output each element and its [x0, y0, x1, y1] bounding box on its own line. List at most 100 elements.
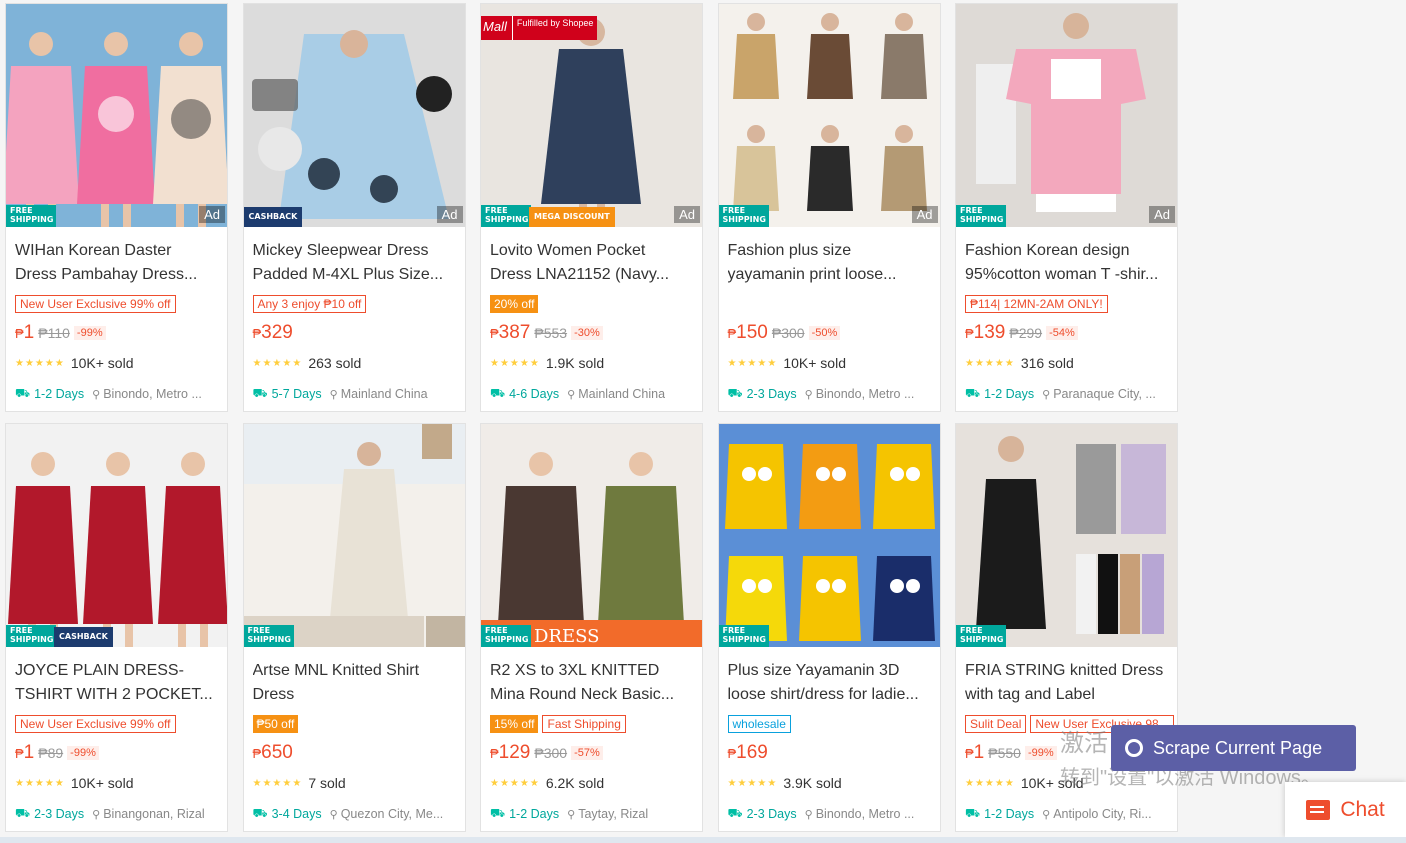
product-title[interactable]: Fashion plus size yayamanin print loose.…: [728, 239, 928, 287]
product-image[interactable]: FREE SHIPPING Ad: [6, 4, 227, 227]
product-title[interactable]: WIHan Korean Daster Dress Pambahay Dress…: [15, 239, 215, 287]
product-image[interactable]: FREE SHIPPING: [243, 424, 465, 647]
star-rating-icon: ★★★★★: [252, 777, 303, 789]
product-image[interactable]: FREE SHIPPING: [718, 424, 940, 647]
promo-tags: ₱50 off: [252, 715, 299, 733]
star-rating-icon: ★★★★★: [965, 777, 1015, 789]
star-rating-icon: ★★★★★: [727, 777, 778, 789]
product-title-text: Artse MNL Knitted Shirt Dress: [252, 662, 420, 703]
product-card[interactable]: FREE SHIPPING CASHBACK JOYCE PLAIN DRESS-T…: [5, 423, 228, 832]
delivery-days: 1-2 Days: [34, 387, 85, 401]
promo-tags: New User Exclusive 99% off: [15, 715, 176, 733]
price-row: ₱150 ₱300 -50%: [728, 322, 841, 344]
product-title[interactable]: Artse MNL Knitted Shirt Dress: [253, 659, 453, 707]
seller-location: Mainland China: [578, 387, 666, 401]
promo-tag: Fast Shipping: [542, 715, 626, 733]
product-image[interactable]: FREE SHIPPING Ad: [718, 4, 940, 227]
scrape-icon: [1125, 739, 1143, 757]
star-rating-icon: ★★★★★: [252, 357, 303, 369]
discount-badge: -99%: [1024, 746, 1057, 760]
location-pin-icon: ⚲: [1042, 388, 1051, 401]
product-card[interactable]: FREE SHIPPING DRESS R2 XS to 3XL KNITTED M…: [480, 423, 703, 832]
rating-row: ★★★★★ 10K+ sold: [728, 355, 847, 371]
seller-location: Quezon City, Me...: [340, 807, 444, 821]
chat-button[interactable]: Chat: [1285, 782, 1406, 837]
sold-count: 3.9K sold: [783, 775, 842, 791]
product-card[interactable]: FREE SHIPPING Ad Fashion plus size yayaman…: [717, 3, 941, 412]
product-title[interactable]: R2 XS to 3XL KNITTED Mina Round Neck Bas…: [490, 659, 690, 707]
star-rating-icon: ★★★★★: [727, 357, 778, 369]
product-image[interactable]: Mall Fulfilled by Shopee FREE SHIPPING MEG…: [481, 4, 702, 227]
currency-symbol: ₱: [965, 746, 974, 761]
original-price: ₱299: [1009, 325, 1043, 341]
discount-badge: -99%: [67, 746, 99, 760]
price-row: ₱387 ₱553 -30%: [490, 322, 603, 344]
product-title[interactable]: FRIA STRING knitted Dress with tag and L…: [965, 659, 1165, 707]
shipping-row: ⛟ 1-2 Days ⚲ Taytay, Rizal: [490, 806, 700, 822]
sold-count: 10K+ sold: [70, 775, 134, 791]
discount-badge: -57%: [571, 746, 603, 760]
shipping-row: ⛟ 2-3 Days ⚲ Binondo, Metro ...: [728, 806, 938, 822]
promo-image-badge: MEGA DISCOUNT: [529, 207, 615, 227]
location-pin-icon: ⚲: [567, 808, 576, 821]
product-card[interactable]: CASHBACK Ad Mickey Sleepwear Dress Padded …: [242, 3, 466, 412]
product-card[interactable]: FREE SHIPPING Ad WIHan Korean Daster Dress…: [5, 3, 228, 412]
rating-row: ★★★★★ 263 sold: [253, 355, 362, 371]
currency-symbol: ₱: [727, 326, 737, 341]
product-image[interactable]: CASHBACK Ad: [243, 4, 465, 227]
delivery-days: 1-2 Days: [984, 807, 1035, 821]
currency-symbol: ₱: [252, 326, 262, 341]
delivery-truck-icon: ⛟: [252, 386, 268, 400]
promo-tag: New User Exclusive 99% off: [15, 715, 176, 733]
scrape-button-label: Scrape Current Page: [1153, 737, 1323, 758]
location-pin-icon: ⚲: [1042, 808, 1051, 821]
seller-location: Binondo, Metro ...: [815, 387, 915, 401]
ad-badge: Ad: [436, 206, 463, 223]
promo-tag: ₱50 off: [252, 715, 299, 733]
shipping-row: ⛟ 4-6 Days ⚲ Mainland China: [490, 386, 700, 402]
promo-image-badge: DRESS: [534, 626, 600, 647]
shipping-row: ⛟ 1-2 Days ⚲ Antipolo City, Ri...: [965, 806, 1175, 822]
product-title[interactable]: Mickey Sleepwear Dress Padded M-4XL Plus…: [253, 239, 453, 287]
price: ₱1: [965, 742, 984, 764]
price: ₱129: [490, 742, 530, 764]
product-image[interactable]: FREE SHIPPING: [956, 424, 1177, 647]
shipping-row: ⛟ 3-4 Days ⚲ Quezon City, Me...: [253, 806, 463, 822]
promo-tags: wholesale: [727, 715, 791, 733]
delivery-truck-icon: ⛟: [15, 386, 31, 400]
discount-badge: -30%: [571, 326, 603, 340]
seller-location: Paranaque City, ...: [1053, 387, 1156, 401]
rating-row: ★★★★★ 10K+ sold: [15, 355, 134, 371]
original-price: ₱553: [534, 325, 568, 341]
product-title[interactable]: Lovito Women Pocket Dress LNA21152 (Navy…: [490, 239, 690, 287]
rating-row: ★★★★★ 6.2K sold: [490, 775, 604, 791]
product-title[interactable]: JOYCE PLAIN DRESS-TSHIRT WITH 2 POCKET..…: [15, 659, 215, 707]
scrape-current-page-button[interactable]: Scrape Current Page: [1111, 725, 1356, 771]
star-rating-icon: ★★★★★: [15, 777, 65, 789]
sold-count: 263 sold: [308, 355, 362, 371]
rating-row: ★★★★★ 7 sold: [253, 775, 346, 791]
original-price: ₱110: [38, 325, 70, 341]
product-title-text: R2 XS to 3XL KNITTED Mina Round Neck Bas…: [490, 662, 675, 703]
product-title[interactable]: Fashion Korean design 95%cotton woman T …: [965, 239, 1165, 287]
product-card[interactable]: FREE SHIPPING Artse MNL Knitted Shirt Dre…: [242, 423, 466, 832]
shipping-row: ⛟ 1-2 Days ⚲ Paranaque City, ...: [965, 386, 1175, 402]
product-title[interactable]: Plus size Yayamanin 3D loose shirt/dress…: [728, 659, 928, 707]
free-shipping-badge: FREE SHIPPING: [718, 205, 769, 227]
product-card[interactable]: Mall Fulfilled by Shopee FREE SHIPPING MEG…: [480, 3, 703, 412]
price-row: ₱1 ₱550 -99%: [965, 742, 1057, 764]
product-image[interactable]: FREE SHIPPING Ad: [956, 4, 1177, 227]
shipping-row: ⛟ 1-2 Days ⚲ Binondo, Metro ...: [15, 386, 225, 402]
price-row: ₱1 ₱110 -99%: [15, 322, 106, 344]
free-shipping-badge: FREE SHIPPING: [481, 625, 531, 647]
price-value: 1: [973, 742, 985, 763]
price-value: 139: [973, 322, 1006, 343]
location-pin-icon: ⚲: [329, 388, 338, 401]
sold-count: 1.9K sold: [545, 355, 605, 371]
product-image[interactable]: FREE SHIPPING CASHBACK: [6, 424, 227, 647]
product-image[interactable]: FREE SHIPPING DRESS: [481, 424, 702, 647]
product-card[interactable]: FREE SHIPPING Ad Fashion Korean design 95%…: [955, 3, 1178, 412]
product-card[interactable]: FREE SHIPPING Plus size Yayamanin 3D loos…: [717, 423, 941, 832]
product-image-art: [6, 424, 227, 647]
horizontal-scrollbar[interactable]: [0, 837, 1406, 843]
